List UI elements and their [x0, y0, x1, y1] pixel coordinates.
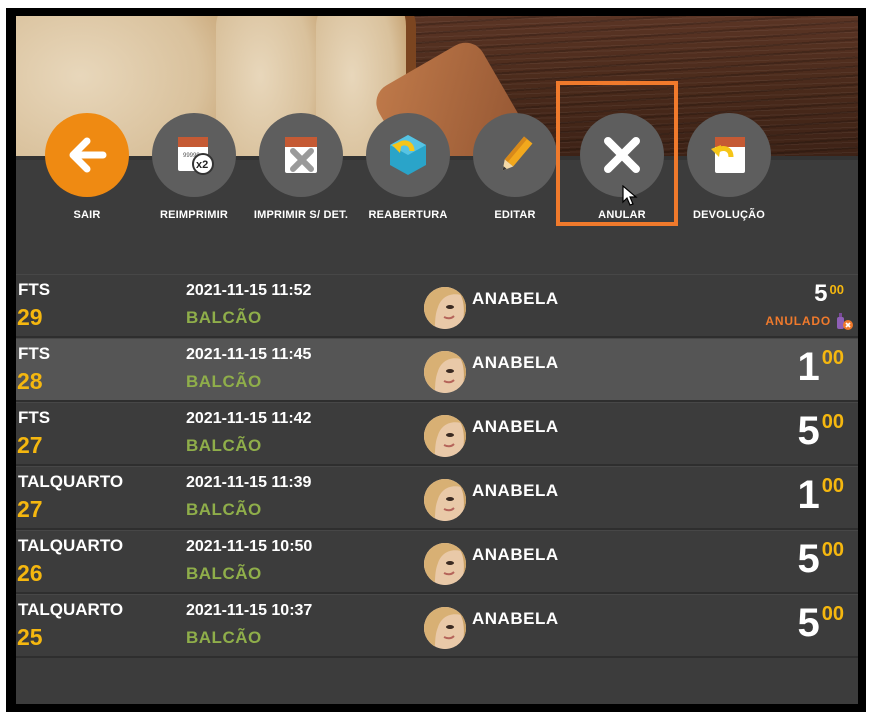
price-decimal: 00 [829, 282, 844, 297]
avatar [424, 287, 466, 329]
print-no-detail-button[interactable]: IMPRIMIR S/ DET. [246, 113, 356, 223]
back-button-label: SAIR [73, 209, 101, 221]
document-type: TALQUARTO [18, 472, 124, 491]
document-place: BALCÃO [186, 500, 262, 519]
status-text: ANULADO [765, 314, 831, 328]
list-item[interactable]: FTS 27 2021-11-15 11:42 BALCÃO ANABELA 5… [16, 402, 858, 466]
list-item[interactable]: FTS 29 2021-11-15 11:52 BALCÃO ANABELA 5… [16, 274, 858, 338]
document-number: 29 [17, 304, 43, 330]
document-place: BALCÃO [186, 564, 262, 583]
document-datetime: 2021-11-15 10:50 [186, 538, 313, 555]
price-decimal: 00 [821, 411, 844, 433]
reopen-icon [366, 113, 450, 197]
records-list: FTS 29 2021-11-15 11:52 BALCÃO ANABELA 5… [16, 274, 858, 658]
price-integer: 5 [797, 409, 820, 453]
user-name: ANABELA [472, 545, 559, 564]
voided-bottle-icon [837, 313, 853, 330]
avatar [424, 415, 466, 457]
document-type: TALQUARTO [18, 600, 124, 619]
price: 5 00 [798, 537, 845, 581]
print-no-detail-icon [259, 113, 343, 197]
document-place: BALCÃO [186, 436, 262, 455]
svg-text:x2: x2 [196, 159, 208, 171]
return-button[interactable]: DEVOLUÇÃO [674, 113, 784, 223]
price: 5 00 [798, 601, 845, 645]
return-icon [687, 113, 771, 197]
void-button-label: ANULAR [598, 209, 646, 221]
user-name: ANABELA [472, 417, 559, 436]
price: 5 00 [798, 409, 845, 453]
price-decimal: 00 [821, 603, 844, 625]
document-number: 27 [17, 432, 43, 458]
price-decimal: 00 [821, 539, 844, 561]
document-place: BALCÃO [186, 628, 262, 647]
document-type: FTS [18, 280, 51, 299]
document-number: 28 [17, 368, 43, 394]
avatar [424, 543, 466, 585]
reprint-button[interactable]: 99999 x2 REIMPRIMIR [139, 113, 249, 223]
document-type: TALQUARTO [18, 536, 124, 555]
document-type: FTS [18, 344, 51, 363]
document-datetime: 2021-11-15 11:39 [186, 474, 312, 491]
status-badge: ANULADO [765, 311, 854, 331]
price: 5 00 [814, 281, 844, 307]
document-datetime: 2021-11-15 11:42 [186, 410, 312, 427]
list-item[interactable]: TALQUARTO 26 2021-11-15 10:50 BALCÃO ANA… [16, 530, 858, 594]
price-integer: 5 [797, 537, 820, 581]
document-datetime: 2021-11-15 11:45 [186, 346, 312, 363]
reopen-button-label: REABERTURA [368, 209, 448, 221]
document-place: BALCÃO [186, 308, 262, 327]
mouse-cursor-icon [622, 185, 638, 206]
price-integer: 1 [797, 345, 820, 389]
return-button-label: DEVOLUÇÃO [692, 209, 766, 221]
reprint-button-label: REIMPRIMIR [160, 209, 228, 221]
document-datetime: 2021-11-15 10:37 [186, 602, 313, 619]
pencil-icon [473, 113, 557, 197]
document-place: BALCÃO [186, 372, 262, 391]
price: 1 00 [798, 345, 845, 389]
edit-button-label: EDITAR [494, 209, 536, 221]
avatar [424, 479, 466, 521]
document-number: 26 [17, 560, 43, 586]
avatar [424, 607, 466, 649]
price-integer: 5 [814, 280, 828, 307]
document-number: 27 [17, 496, 43, 522]
price-decimal: 00 [821, 475, 844, 497]
edit-button[interactable]: EDITAR [460, 113, 570, 223]
print-no-detail-button-label: IMPRIMIR S/ DET. [253, 209, 349, 221]
list-item[interactable]: TALQUARTO 25 2021-11-15 10:37 BALCÃO ANA… [16, 594, 858, 658]
list-item[interactable]: FTS 28 2021-11-15 11:45 BALCÃO ANABELA 1… [16, 338, 858, 402]
app-screen: SAIR 99999 x2 REIMPRIMIR IMPRIMIR S/ DET… [16, 16, 858, 704]
user-name: ANABELA [472, 289, 559, 308]
back-button[interactable]: SAIR [32, 113, 142, 223]
arrow-left-icon [45, 113, 129, 197]
price-decimal: 00 [821, 347, 844, 369]
user-name: ANABELA [472, 353, 559, 372]
avatar [424, 351, 466, 393]
document-datetime: 2021-11-15 11:52 [186, 282, 312, 299]
document-number: 25 [17, 624, 43, 650]
price-integer: 1 [797, 473, 820, 517]
document-type: FTS [18, 408, 51, 427]
price-integer: 5 [797, 601, 820, 645]
user-name: ANABELA [472, 481, 559, 500]
reprint-x2-icon: 99999 x2 [152, 113, 236, 197]
price: 1 00 [798, 473, 845, 517]
list-item[interactable]: TALQUARTO 27 2021-11-15 11:39 BALCÃO ANA… [16, 466, 858, 530]
user-name: ANABELA [472, 609, 559, 628]
reopen-button[interactable]: REABERTURA [353, 113, 463, 223]
